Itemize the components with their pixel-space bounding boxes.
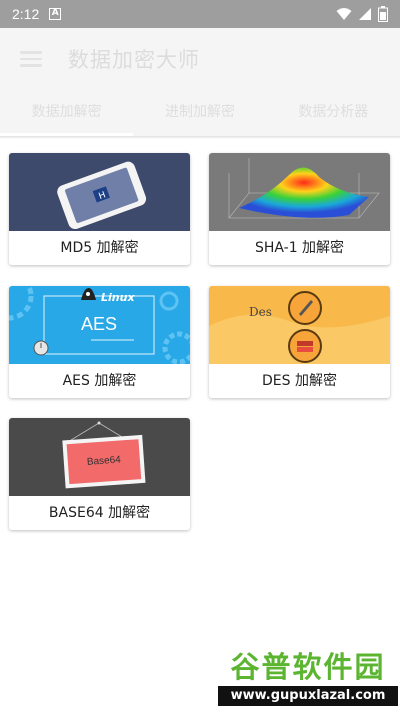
card-des[interactable]: Des DES 加解密 (209, 286, 390, 398)
sha1-card-label: SHA-1 加解密 (254, 240, 345, 256)
card-sha1[interactable]: SHA-1 加解密 (209, 153, 390, 265)
watermark-url: www.gupuxlazal.com (218, 686, 398, 706)
des-card-image: Des (209, 286, 390, 364)
linux-text: Linux (101, 291, 135, 304)
tab-data-encryption[interactable]: 数据加解密 (0, 92, 133, 136)
card-aes[interactable]: Linux AES AES 加解密 (9, 286, 190, 398)
des-card-label: DES 加解密 (262, 373, 337, 389)
wifi-icon (336, 8, 352, 20)
md5-card-label: MD5 加解密 (60, 240, 139, 256)
watermark: 谷普软件园 www.gupuxlazal.com (218, 650, 398, 708)
notification-a-icon: A (49, 8, 62, 20)
status-time: 2:12 (12, 6, 40, 22)
phone-icon: H (9, 153, 190, 231)
des-image-text: Des (249, 305, 272, 319)
tab-data-analyzer[interactable]: 数据分析器 (267, 92, 400, 136)
des-banner-icon: Des (209, 286, 390, 364)
base64-card-label: BASE64 加解密 (48, 505, 151, 521)
aes-card-label: AES 加解密 (62, 373, 137, 389)
status-icons (336, 6, 388, 22)
card-md5[interactable]: H MD5 加解密 (9, 153, 190, 265)
3d-surface-plot-icon (209, 153, 390, 231)
watermark-title: 谷普软件园 (218, 650, 398, 684)
sha1-card-image (209, 153, 390, 231)
picture-frame-icon: Base64 (9, 418, 190, 496)
base64-card-image: Base64 (9, 418, 190, 496)
app-bar: 数据加密大师 数据加解密 进制加解密 数据分析器 (0, 28, 400, 136)
battery-icon (378, 6, 388, 22)
tab-bar: 数据加解密 进制加解密 数据分析器 (0, 92, 400, 136)
md5-card-image: H (9, 153, 190, 231)
app-bar-shadow (0, 136, 400, 139)
aes-image-text: AES (81, 314, 117, 334)
signal-icon (359, 8, 371, 20)
linux-gear-banner-icon: Linux AES (9, 286, 190, 364)
tab-base-encryption[interactable]: 进制加解密 (133, 92, 266, 136)
menu-icon[interactable] (14, 46, 48, 72)
status-bar: 2:12 A (0, 0, 400, 28)
aes-card-image: Linux AES (9, 286, 190, 364)
page-title: 数据加密大师 (68, 48, 200, 72)
card-base64[interactable]: Base64 BASE64 加解密 (9, 418, 190, 530)
